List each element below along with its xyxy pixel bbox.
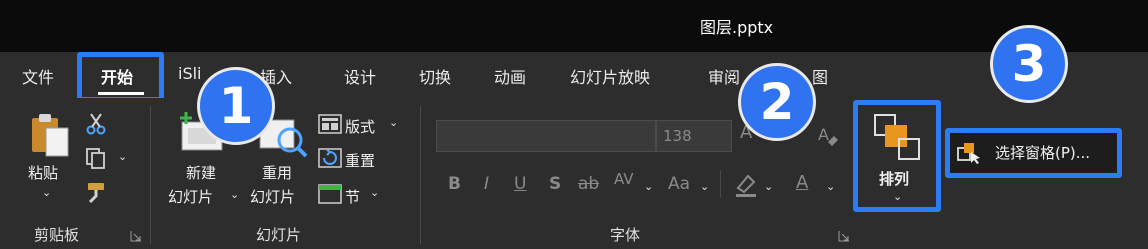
annotation-badge-1: 1	[197, 67, 275, 145]
copy-icon[interactable]	[84, 146, 108, 170]
section-icon[interactable]	[318, 184, 342, 204]
change-case-dropdown-icon[interactable]: ⌄	[700, 180, 709, 193]
tab-slideshow[interactable]: 幻灯片放映	[570, 64, 650, 88]
svg-text:A: A	[818, 125, 829, 144]
tab-view[interactable]: 图	[812, 64, 828, 88]
underline-button[interactable]: U	[514, 174, 526, 194]
slides-group-label: 幻灯片	[256, 226, 302, 244]
tab-file[interactable]: 文件	[22, 64, 54, 88]
new-slide-label-2[interactable]: 幻灯片	[168, 186, 213, 207]
annotation-badge-2: 2	[738, 63, 816, 141]
change-case-button[interactable]: Aa	[668, 174, 690, 194]
group-separator	[420, 106, 421, 244]
paste-icon[interactable]	[26, 110, 74, 158]
font-size-value: 138	[663, 127, 692, 145]
reset-icon[interactable]	[318, 148, 342, 168]
character-spacing-dropdown-icon[interactable]: ⌄	[644, 180, 653, 193]
annotation-badge-3: 3	[990, 25, 1068, 103]
new-slide-dropdown-icon[interactable]: ⌄	[230, 188, 239, 201]
font-color-dropdown-icon[interactable]: ⌄	[826, 180, 835, 193]
separator	[720, 170, 721, 198]
section-dropdown-icon[interactable]: ⌄	[370, 186, 379, 199]
tab-transitions[interactable]: 切换	[419, 64, 451, 88]
clipboard-launcher-icon[interactable]	[130, 230, 142, 242]
bold-button[interactable]: B	[448, 174, 461, 194]
home-tab-highlight	[77, 52, 164, 102]
reuse-slides-label[interactable]: 重用	[262, 162, 292, 183]
tab-animations[interactable]: 动画	[494, 64, 526, 88]
selection-pane-label[interactable]: 选择窗格(P)...	[995, 142, 1090, 163]
ribbon-tab-bar: 文件 开始 iSli 插入 设计 切换 动画 幻灯片放映 审阅 图	[0, 52, 1148, 98]
arrange-label[interactable]: 排列	[879, 168, 909, 189]
reset-label[interactable]: 重置	[345, 150, 375, 171]
selection-pane-icon[interactable]	[956, 142, 982, 164]
copy-dropdown-icon[interactable]: ⌄	[118, 150, 127, 163]
paste-label[interactable]: 粘贴	[28, 162, 58, 183]
strikethrough-button[interactable]: ab	[578, 174, 599, 194]
arrange-dropdown-icon[interactable]: ⌄	[893, 190, 902, 203]
cut-icon[interactable]	[84, 112, 108, 136]
section-label[interactable]: 节	[345, 186, 360, 207]
arrange-icon[interactable]	[872, 112, 922, 162]
font-group-label: 字体	[610, 226, 641, 244]
font-name-combobox[interactable]	[436, 120, 656, 152]
clipboard-group-label: 剪贴板	[34, 226, 80, 244]
tab-islide[interactable]: iSli	[178, 64, 202, 83]
paste-dropdown-icon[interactable]: ⌄	[42, 186, 51, 199]
layout-icon[interactable]	[318, 114, 342, 134]
italic-button[interactable]: I	[484, 174, 489, 194]
group-separator	[150, 106, 151, 244]
font-color-button[interactable]: A	[796, 172, 808, 193]
title-bar: 图层.pptx	[0, 0, 1148, 52]
window-title: 图层.pptx	[700, 18, 774, 37]
layout-label[interactable]: 版式	[345, 116, 375, 137]
font-size-combobox[interactable]: 138	[656, 120, 732, 152]
tab-design[interactable]: 设计	[344, 64, 376, 88]
font-launcher-icon[interactable]	[838, 230, 850, 242]
reuse-slides-label-2[interactable]: 幻灯片	[250, 186, 295, 207]
highlight-color-icon[interactable]	[732, 170, 760, 198]
clear-formatting-icon[interactable]: A	[816, 124, 840, 148]
layout-dropdown-icon[interactable]: ⌄	[389, 116, 398, 129]
tab-review[interactable]: 审阅	[708, 64, 740, 88]
character-spacing-button[interactable]: AV	[614, 170, 634, 188]
text-shadow-button[interactable]: S	[549, 174, 561, 194]
new-slide-label[interactable]: 新建	[186, 162, 216, 183]
format-painter-icon[interactable]	[84, 180, 110, 204]
highlight-dropdown-icon[interactable]: ⌄	[764, 180, 773, 193]
